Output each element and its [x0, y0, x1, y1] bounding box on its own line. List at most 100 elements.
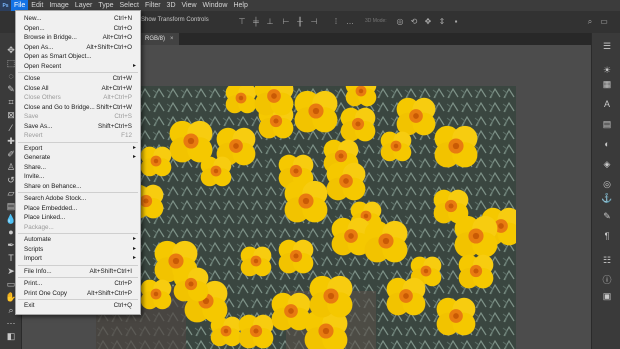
properties-panel-icon[interactable]: ▤ [601, 119, 613, 130]
distribute-icon[interactable]: ⁞ [332, 17, 340, 26]
menu-item-shortcut: Alt+Ctrl+P [103, 94, 132, 101]
align-left-icon[interactable]: ⊢ [282, 17, 290, 26]
menu-item-shortcut: Shift+Ctrl+S [98, 122, 132, 130]
brushes-panel-icon[interactable]: ✎ [601, 211, 613, 222]
file-menu-item-place-embedded[interactable]: Place Embedded... [16, 204, 140, 214]
menu-item-label: Save As... [24, 122, 53, 130]
file-menu-item-file-info[interactable]: File Info... Alt+Shift+Ctrl+I [16, 267, 140, 277]
file-menu-item-print[interactable]: Print... Ctrl+P [16, 279, 140, 289]
poppy-flower [436, 297, 476, 336]
libraries-panel-icon[interactable]: ▦ [601, 79, 613, 90]
menu-item-label: Exit [24, 302, 35, 309]
align-vcenter-icon[interactable]: ╪ [252, 17, 260, 26]
menu-item-shortcut: F12 [121, 132, 132, 139]
file-menu-item-open-as-smart-object[interactable]: Open as Smart Object... [16, 52, 140, 62]
poppy-flower [238, 314, 274, 349]
file-menu-item-scripts[interactable]: Scripts ▸ [16, 245, 140, 255]
poppy-flower [458, 254, 494, 289]
menu-item-label: Import [24, 255, 42, 262]
file-menu-item-close-and-go-to-bridge[interactable]: Close and Go to Bridge... Shift+Ctrl+W [16, 103, 140, 113]
navigator-panel-icon[interactable]: ▣ [601, 291, 613, 302]
paths-panel-icon[interactable]: ⚓ [601, 193, 613, 204]
file-menu-item-close[interactable]: Close Ctrl+W [16, 74, 140, 84]
file-menu-item-share[interactable]: Share... [16, 163, 140, 173]
menu-3d[interactable]: 3D [164, 0, 179, 11]
search-icon[interactable]: ⌕ [586, 17, 594, 26]
menu-view[interactable]: View [179, 0, 200, 11]
poppy-flower [364, 220, 408, 263]
show-transform-controls-label[interactable]: Show Transform Controls [141, 17, 209, 23]
submenu-arrow-icon: ▸ [132, 255, 136, 261]
menu-separator [18, 299, 138, 300]
menu-filter[interactable]: Filter [142, 0, 164, 11]
poppy-flower [140, 146, 172, 177]
menu-item-label: Open... [24, 24, 45, 32]
3d-pan-icon[interactable]: ✥ [424, 17, 432, 26]
file-menu-item-automate[interactable]: Automate ▸ [16, 235, 140, 245]
character-panel-icon[interactable]: A [601, 99, 613, 110]
file-menu-dropdown: New... Ctrl+N Open... Ctrl+O Browse in Bridg… [15, 10, 141, 315]
menu-help[interactable]: Help [230, 0, 250, 11]
workspace-icon[interactable]: ▭ [600, 17, 608, 26]
file-menu-item-open-as[interactable]: Open As... Alt+Shift+Ctrl+O [16, 43, 140, 53]
poppy-flower [169, 120, 213, 163]
menu-item-label: Print One Copy [24, 289, 68, 297]
menu-item-shortcut: Ctrl+P [114, 280, 132, 287]
menu-item-shortcut: Alt+Shift+Ctrl+O [86, 43, 132, 51]
menu-item-label: Revert [24, 132, 43, 139]
file-menu-item-place-linked[interactable]: Place Linked... [16, 213, 140, 223]
more-tools-icon[interactable]: ⋯ [4, 318, 18, 329]
align-hcenter-icon[interactable]: ╫ [296, 17, 304, 26]
styles-panel-icon[interactable]: ◐ [601, 139, 613, 150]
file-menu-item-open-recent[interactable]: Open Recent ▸ [16, 62, 140, 72]
layers-panel-icon[interactable]: ◈ [601, 159, 613, 170]
menu-item-label: Search Adobe Stock... [24, 195, 87, 202]
align-bottom-icon[interactable]: ⊥ [266, 17, 274, 26]
poppy-flower [326, 162, 366, 201]
file-menu-item-save-as[interactable]: Save As... Shift+Ctrl+S [16, 122, 140, 132]
adjustments-panel-icon[interactable]: ☀ [601, 65, 613, 76]
align-right-icon[interactable]: ⊣ [310, 17, 318, 26]
menu-item-label: Open Recent [24, 62, 62, 70]
menu-window[interactable]: Window [200, 0, 231, 11]
file-menu-item-new[interactable]: New... Ctrl+N [16, 14, 140, 24]
file-menu-item-open[interactable]: Open... Ctrl+O [16, 24, 140, 34]
submenu-arrow-icon: ▸ [132, 62, 136, 69]
color-swatches-icon[interactable]: ◧ [4, 331, 18, 342]
close-tab-icon[interactable]: × [170, 36, 174, 42]
document-tab[interactable]: RGB/8) × [140, 33, 179, 45]
history-panel-icon[interactable]: ☰ [601, 41, 613, 52]
info-panel-icon[interactable]: ⓘ [601, 275, 613, 286]
poppy-flower [396, 97, 436, 136]
file-menu-item-share-on-behance[interactable]: Share on Behance... [16, 182, 140, 192]
paragraph-panel-icon[interactable]: ¶ [601, 231, 613, 242]
3d-orbit-icon[interactable]: ◎ [396, 17, 404, 26]
file-menu-item-close-all[interactable]: Close All Alt+Ctrl+W [16, 84, 140, 94]
menu-item-label: Invite... [24, 173, 45, 180]
file-menu-item-export[interactable]: Export ▸ [16, 144, 140, 154]
menu-item-label: Place Linked... [24, 214, 66, 221]
file-menu-item-invite[interactable]: Invite... [16, 172, 140, 182]
poppy-flower [173, 267, 209, 302]
swatches-panel-icon[interactable]: ☷ [601, 255, 613, 266]
3d-roll-icon[interactable]: ⟲ [410, 17, 418, 26]
3d-scale-icon[interactable]: ▪ [452, 17, 460, 26]
poppies-photo[interactable] [96, 86, 516, 349]
menu-item-label: Share on Behance... [24, 182, 82, 190]
menu-item-label: Print... [24, 280, 43, 287]
file-menu-item-generate[interactable]: Generate ▸ [16, 153, 140, 163]
channels-panel-icon[interactable]: ◎ [601, 179, 613, 190]
align-top-icon[interactable]: ⊤ [238, 17, 246, 26]
more-options-icon[interactable]: … [346, 17, 354, 26]
file-menu-item-print-one-copy[interactable]: Print One Copy Alt+Shift+Ctrl+P [16, 289, 140, 299]
file-menu-item-browse-in-bridge[interactable]: Browse in Bridge... Alt+Ctrl+O [16, 33, 140, 43]
file-menu-item-revert: Revert F12 [16, 131, 140, 141]
right-panel-dock: ☰ ☀ ▦ A ▤ ◐ ◈ ◎ ⚓ ✎ ¶ ☷ ⓘ ▣ [591, 33, 620, 349]
document-tab-title: RGB/8) [145, 36, 166, 42]
menu-item-label: New... [24, 15, 42, 22]
poppy-flower [200, 156, 232, 187]
file-menu-item-import[interactable]: Import ▸ [16, 254, 140, 264]
file-menu-item-search-adobe-stock[interactable]: Search Adobe Stock... [16, 194, 140, 204]
3d-slide-icon[interactable]: ⇕ [438, 17, 446, 26]
file-menu-item-exit[interactable]: Exit Ctrl+Q [16, 301, 140, 311]
